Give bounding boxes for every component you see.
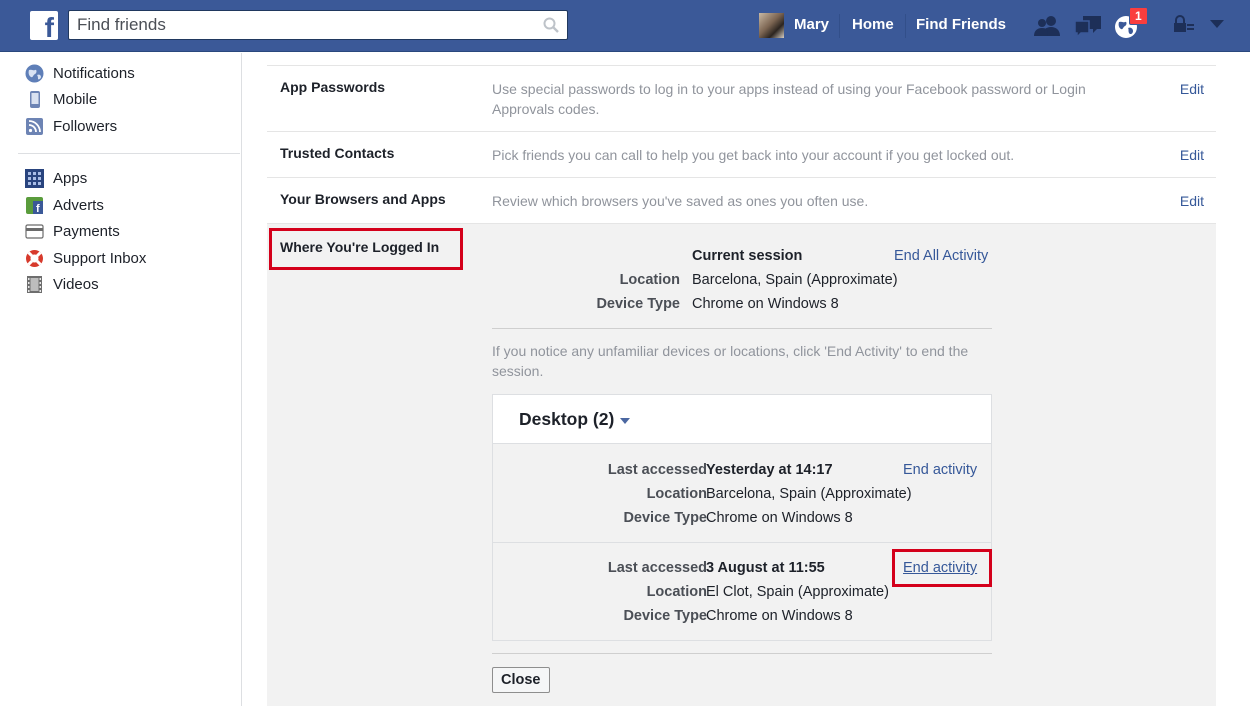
sidebar-item-notifications[interactable]: Notifications — [25, 62, 135, 84]
sidebar-divider — [18, 153, 240, 154]
row-title: Your Browsers and Apps — [280, 191, 446, 207]
device-type-label: Device Type — [596, 296, 680, 312]
location-value: Barcelona, Spain (Approximate) — [692, 272, 898, 288]
sidebar-item-followers[interactable]: Followers — [25, 115, 117, 137]
divider — [492, 328, 992, 329]
row-description: Pick friends you can call to help you ge… — [492, 147, 1015, 163]
find-friends-link[interactable]: Find Friends — [916, 16, 1006, 33]
last-accessed-value: 3 August at 11:55 — [706, 560, 825, 576]
search-button[interactable] — [533, 11, 567, 39]
settings-row-app-passwords[interactable]: App Passwords Use special passwords to l… — [267, 66, 1216, 132]
profile-link[interactable]: Mary — [794, 16, 829, 33]
location-label: Location — [646, 584, 707, 600]
search-box — [68, 10, 568, 40]
messages-icon[interactable] — [1073, 14, 1103, 38]
sidebar-item-label: Mobile — [53, 90, 98, 108]
where-logged-in-section: Where You're Logged In Current session E… — [267, 224, 1216, 706]
notification-badge: 1 — [1129, 7, 1148, 25]
svg-text:f: f — [36, 203, 40, 215]
nav-divider — [839, 14, 840, 38]
device-type-value: Chrome on Windows 8 — [706, 608, 853, 624]
desktop-sessions-group: Desktop (2) Last accessed Yesterday at 1… — [492, 394, 992, 641]
current-session-heading: Current session — [692, 248, 803, 264]
credit-card-icon — [25, 223, 44, 239]
location-label: Location — [619, 272, 680, 288]
sidebar-item-label: Support Inbox — [53, 249, 147, 267]
sidebar-item-mobile[interactable]: Mobile — [25, 88, 97, 110]
row-description: Use special passwords to log in to your … — [492, 81, 1086, 117]
edit-link[interactable]: Edit — [1180, 193, 1204, 209]
end-all-activity-link[interactable]: End All Activity — [894, 248, 988, 264]
mobile-phone-icon — [30, 90, 40, 108]
sidebar-item-label: Payments — [53, 222, 120, 240]
globe-icon — [25, 64, 44, 82]
lifebuoy-icon — [26, 249, 43, 267]
facebook-logo-icon[interactable]: f — [30, 11, 58, 40]
sidebar-item-label: Adverts — [53, 196, 104, 214]
end-activity-link[interactable]: End activity — [903, 560, 977, 576]
device-type-value: Chrome on Windows 8 — [706, 510, 853, 526]
location-value: El Clot, Spain (Approximate) — [706, 584, 889, 600]
row-title: Trusted Contacts — [280, 145, 395, 161]
nav-divider — [905, 14, 906, 38]
desktop-group-title[interactable]: Desktop (2) — [519, 409, 614, 430]
sidebar-item-adverts[interactable]: f Adverts — [25, 194, 104, 216]
divider — [492, 653, 992, 654]
row-description: Review which browsers you've saved as on… — [492, 193, 869, 209]
device-type-label: Device Type — [623, 510, 707, 526]
sidebar-item-apps[interactable]: Apps — [25, 167, 87, 189]
caret-down-icon[interactable] — [620, 418, 630, 424]
privacy-shortcuts-icon[interactable] — [1173, 14, 1195, 38]
friend-requests-icon[interactable] — [1033, 14, 1063, 38]
settings-row-trusted-contacts[interactable]: Trusted Contacts Pick friends you can ca… — [267, 132, 1216, 178]
rss-icon — [26, 117, 43, 135]
device-type-label: Device Type — [623, 608, 707, 624]
adverts-icon: f — [26, 196, 43, 215]
edit-link[interactable]: Edit — [1180, 81, 1204, 97]
row-title: App Passwords — [280, 79, 386, 95]
apps-icon — [25, 168, 44, 188]
desktop-group-header[interactable]: Desktop (2) — [493, 395, 991, 444]
row-divider-top — [267, 53, 1216, 66]
settings-sidebar: Notifications Mobile Followers Apps f Ad… — [0, 53, 242, 706]
last-accessed-value: Yesterday at 14:17 — [706, 462, 833, 478]
sidebar-item-payments[interactable]: Payments — [25, 220, 120, 242]
search-icon — [543, 17, 559, 33]
security-settings-panel: App Passwords Use special passwords to l… — [267, 53, 1216, 706]
close-button[interactable]: Close — [492, 667, 550, 693]
section-title: Where You're Logged In — [280, 239, 440, 255]
session-divider — [493, 542, 991, 543]
device-type-value: Chrome on Windows 8 — [692, 296, 839, 312]
top-bar: f Mary Home Find Friends 1 — [0, 0, 1250, 52]
location-value: Barcelona, Spain (Approximate) — [706, 486, 912, 502]
search-input[interactable] — [69, 11, 529, 39]
sidebar-item-label: Apps — [53, 169, 88, 187]
sidebar-item-label: Followers — [53, 117, 118, 135]
location-label: Location — [646, 486, 707, 502]
home-link[interactable]: Home — [852, 16, 894, 33]
sidebar-item-label: Videos — [53, 275, 99, 293]
unfamiliar-devices-notice: If you notice any unfamiliar devices or … — [492, 343, 969, 379]
avatar[interactable] — [759, 13, 784, 38]
last-accessed-label: Last accessed — [607, 462, 707, 478]
film-icon — [27, 275, 42, 293]
sidebar-item-label: Notifications — [53, 64, 135, 82]
settings-row-browsers-and-apps[interactable]: Your Browsers and Apps Review which brow… — [267, 178, 1216, 224]
sidebar-item-videos[interactable]: Videos — [25, 273, 99, 295]
edit-link[interactable]: Edit — [1180, 147, 1204, 163]
last-accessed-label: Last accessed — [607, 560, 707, 576]
account-menu-chevron-down-icon[interactable] — [1210, 20, 1224, 30]
end-activity-link[interactable]: End activity — [903, 462, 977, 478]
sidebar-item-support-inbox[interactable]: Support Inbox — [25, 247, 146, 269]
close-button-wrap: Close — [492, 667, 550, 693]
scrollbar[interactable] — [1243, 53, 1250, 706]
